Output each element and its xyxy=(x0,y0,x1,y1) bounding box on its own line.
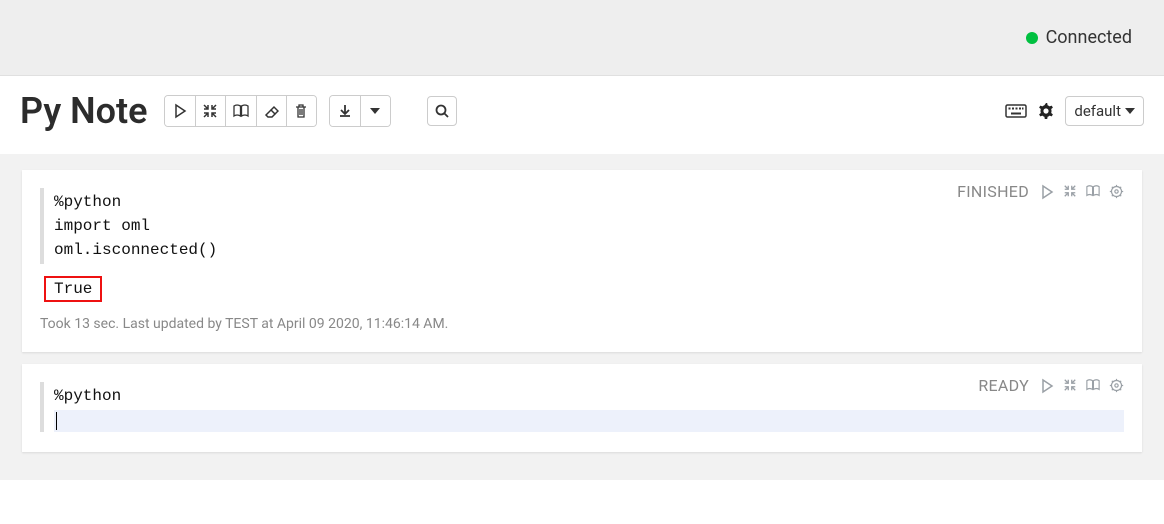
cell-status-label: FINISHED xyxy=(957,182,1029,201)
cell-output: True xyxy=(44,276,102,302)
cell-toolbar xyxy=(1039,378,1124,394)
show-code-button[interactable] xyxy=(225,96,256,126)
collapse-all-button[interactable] xyxy=(195,96,225,126)
collapse-icon xyxy=(1063,184,1077,198)
collapse-icon xyxy=(202,103,218,119)
right-controls: default xyxy=(1005,96,1144,126)
search-button[interactable] xyxy=(427,96,457,126)
settings-button[interactable] xyxy=(1037,102,1055,120)
gear-icon xyxy=(1109,184,1124,199)
cell-collapse-button[interactable] xyxy=(1063,378,1077,394)
trash-icon xyxy=(294,103,308,119)
clear-output-button[interactable] xyxy=(256,96,286,126)
cell-book-button[interactable] xyxy=(1085,378,1101,394)
run-button-group xyxy=(164,95,317,127)
play-icon xyxy=(1039,184,1055,200)
connection-dot-icon xyxy=(1026,32,1038,44)
play-icon xyxy=(172,103,188,119)
download-icon xyxy=(337,103,353,119)
editor-active-line[interactable] xyxy=(54,410,1124,432)
toolbar: Py Note xyxy=(0,76,1164,154)
delete-button[interactable] xyxy=(286,96,316,126)
cell-code-editor[interactable]: %python xyxy=(40,382,1124,432)
export-dropdown-button[interactable] xyxy=(360,96,390,126)
cell-status-label: READY xyxy=(978,376,1029,395)
book-icon xyxy=(1085,184,1101,198)
export-button-group xyxy=(329,95,391,127)
top-banner: Connected xyxy=(0,0,1164,76)
cell-settings-button[interactable] xyxy=(1109,184,1124,200)
play-icon xyxy=(1039,378,1055,394)
connection-status: Connected xyxy=(1026,27,1132,48)
notebook-cell: FINISHED xyxy=(22,170,1142,352)
keyboard-icon xyxy=(1005,103,1027,119)
connection-status-label: Connected xyxy=(1046,27,1132,48)
kernel-selector[interactable]: default xyxy=(1065,96,1144,126)
notebook-cell: READY xyxy=(22,364,1142,452)
cell-collapse-button[interactable] xyxy=(1063,184,1077,200)
cell-run-button[interactable] xyxy=(1039,184,1055,200)
run-all-button[interactable] xyxy=(165,96,195,126)
book-icon xyxy=(1085,378,1101,392)
export-button[interactable] xyxy=(330,96,360,126)
cell-book-button[interactable] xyxy=(1085,184,1101,200)
gear-icon xyxy=(1109,378,1124,393)
interpreter-directive: %python xyxy=(54,384,1124,408)
notebook-body: FINISHED xyxy=(0,154,1164,480)
search-icon xyxy=(434,103,450,119)
cell-run-button[interactable] xyxy=(1039,378,1055,394)
caret-down-icon xyxy=(1125,108,1135,114)
book-icon xyxy=(232,103,250,119)
caret-down-icon xyxy=(370,108,380,114)
gear-icon xyxy=(1037,102,1055,120)
page-title: Py Note xyxy=(20,90,148,132)
text-cursor-icon xyxy=(56,412,57,430)
collapse-icon xyxy=(1063,378,1077,392)
eraser-icon xyxy=(263,103,279,119)
kernel-selected-label: default xyxy=(1074,102,1121,120)
keyboard-shortcuts-button[interactable] xyxy=(1005,103,1027,119)
cell-meta: Took 13 sec. Last updated by TEST at Apr… xyxy=(40,316,1124,332)
cell-settings-button[interactable] xyxy=(1109,378,1124,394)
cell-toolbar xyxy=(1039,184,1124,200)
cell-header: READY xyxy=(978,376,1124,395)
cell-header: FINISHED xyxy=(957,182,1124,201)
